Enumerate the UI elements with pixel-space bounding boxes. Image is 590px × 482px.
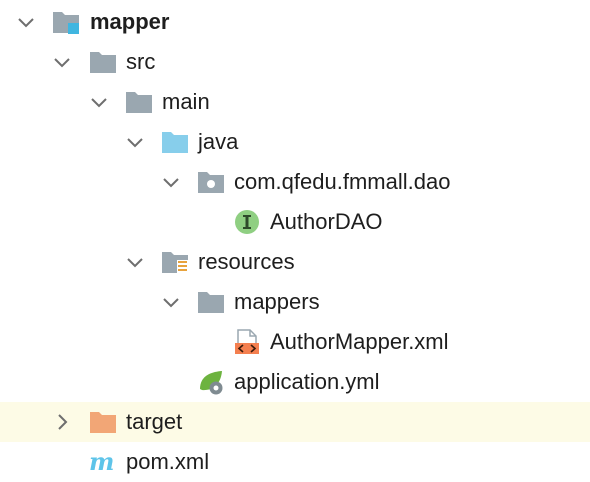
svg-text:m: m	[89, 449, 114, 475]
tree-label-src: src	[126, 49, 156, 74]
tree-label-mapper: mapper	[90, 9, 170, 34]
chevron-down-icon[interactable]	[52, 52, 72, 72]
tree-row-target[interactable]: target	[0, 402, 590, 442]
tree-label-author-mapper: AuthorMapper.xml	[270, 329, 449, 354]
tree-row-application[interactable]: application.yml	[0, 362, 590, 402]
tree-row-pom[interactable]: m pom.xml	[0, 442, 590, 482]
tree-label-target: target	[126, 409, 183, 434]
tree-label-main: main	[162, 89, 210, 114]
tree-row-java[interactable]: java	[0, 122, 590, 162]
tree-label-pom: pom.xml	[126, 449, 210, 474]
chevron-down-icon[interactable]	[16, 12, 36, 32]
folder-icon	[125, 89, 153, 115]
chevron-down-icon[interactable]	[125, 252, 145, 272]
tree-label-package: com.qfedu.fmmall.dao	[234, 169, 451, 194]
module-folder-icon	[52, 9, 80, 35]
folder-icon	[197, 289, 225, 315]
tree-label-author-dao: AuthorDAO	[270, 209, 383, 234]
package-icon	[197, 169, 225, 195]
tree-label-application: application.yml	[234, 369, 380, 394]
xml-file-icon	[233, 329, 261, 355]
tree-row-author-mapper[interactable]: AuthorMapper.xml	[0, 322, 590, 362]
tree-label-mappers: mappers	[234, 289, 320, 314]
tree-label-java: java	[198, 129, 239, 154]
tree-row-main[interactable]: main	[0, 82, 590, 122]
chevron-down-icon[interactable]	[125, 132, 145, 152]
source-root-folder-icon	[161, 129, 189, 155]
excluded-folder-icon	[89, 409, 117, 435]
chevron-right-icon[interactable]	[52, 412, 72, 432]
folder-icon	[89, 49, 117, 75]
maven-pom-icon: m	[89, 449, 117, 475]
tree-label-resources: resources	[198, 249, 295, 274]
tree-row-author-dao[interactable]: AuthorDAO	[0, 202, 590, 242]
resources-root-folder-icon	[161, 249, 189, 275]
spring-config-icon	[197, 369, 225, 395]
tree-row-resources[interactable]: resources	[0, 242, 590, 282]
tree-row-mappers[interactable]: mappers	[0, 282, 590, 322]
tree-row-mapper[interactable]: mapper	[0, 2, 590, 42]
tree-row-src[interactable]: src	[0, 42, 590, 82]
chevron-down-icon[interactable]	[161, 292, 181, 312]
interface-icon	[233, 209, 261, 235]
tree-row-package[interactable]: com.qfedu.fmmall.dao	[0, 162, 590, 202]
chevron-down-icon[interactable]	[89, 92, 109, 112]
chevron-down-icon[interactable]	[161, 172, 181, 192]
